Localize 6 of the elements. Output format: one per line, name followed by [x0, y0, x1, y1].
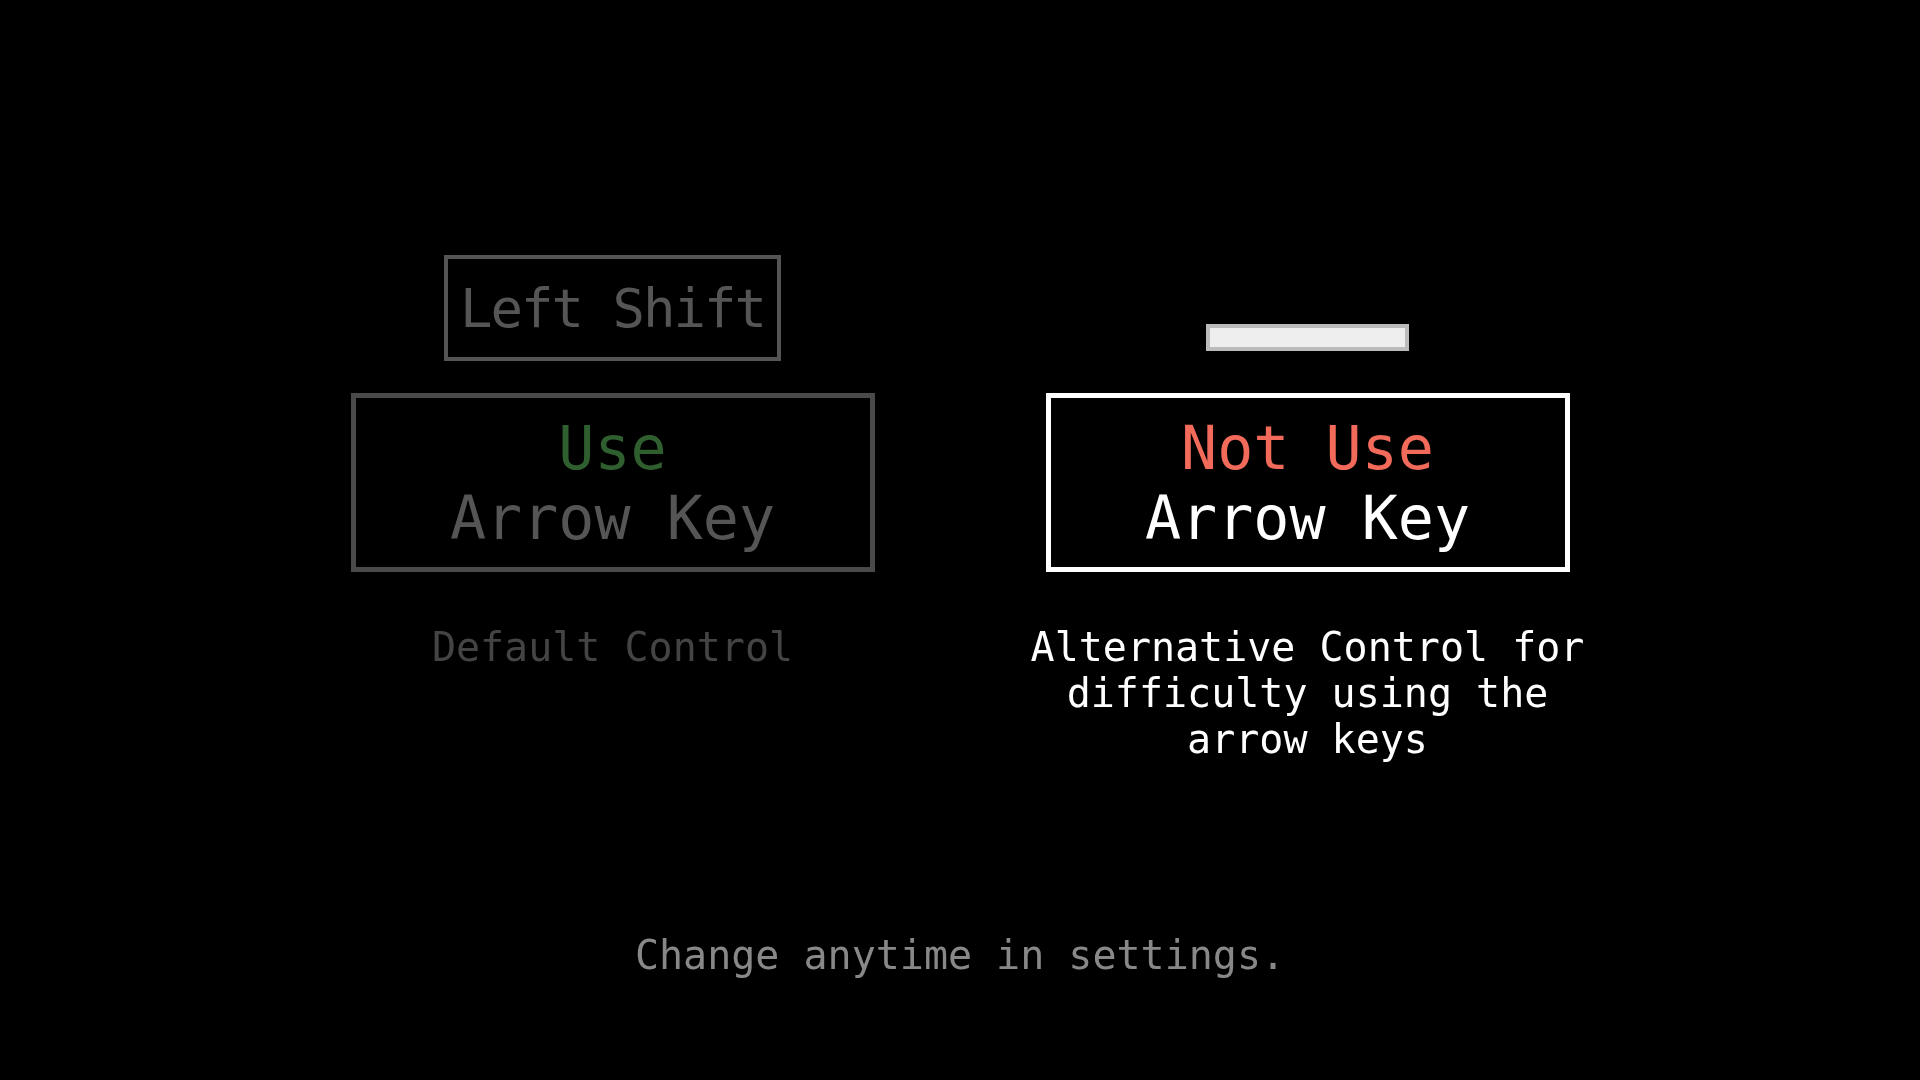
key-label: Left Shift: [444, 255, 781, 361]
option-description: Alternative Control for difficulty using the arrow keys: [1029, 624, 1586, 762]
option-description: Default Control: [431, 624, 794, 670]
spacebar-icon: [1206, 324, 1409, 351]
footer-note: Change anytime in settings.: [634, 931, 1286, 980]
option-button[interactable]: Not Use Arrow Key: [1045, 393, 1570, 572]
